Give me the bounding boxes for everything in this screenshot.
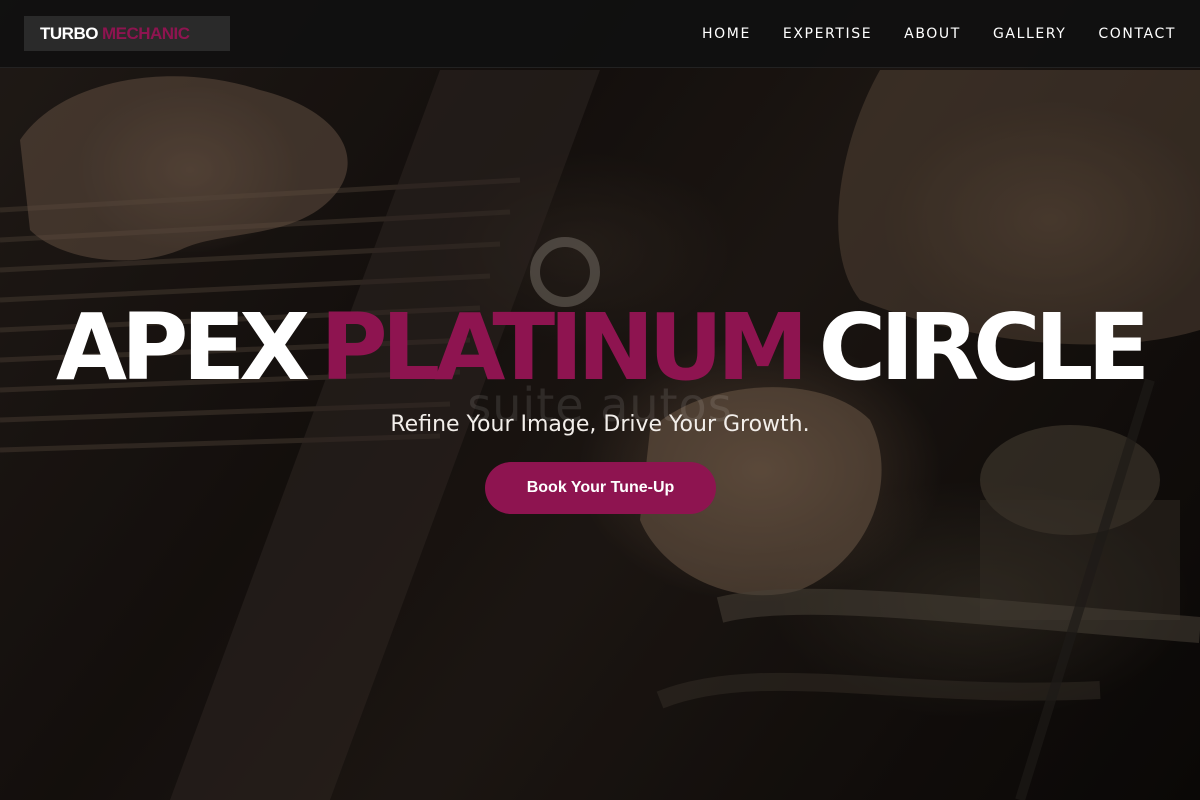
hero-title-word-apex: APEX: [55, 294, 310, 401]
brand-logo[interactable]: TURBO MECHANIC: [24, 16, 230, 51]
hero-title: APEX PLATINUM CIRCLE: [0, 298, 1200, 398]
nav-home-link[interactable]: HOME: [702, 26, 751, 42]
hero-title-word-platinum: PLATINUM: [320, 294, 808, 401]
hero-subtitle: Refine Your Image, Drive Your Growth.: [390, 412, 810, 437]
logo-text-mechanic: MECHANIC: [101, 23, 190, 43]
logo-text-turbo: TURBO: [40, 23, 98, 43]
nav-about-link[interactable]: ABOUT: [904, 26, 961, 42]
nav-expertise-link[interactable]: EXPERTISE: [783, 26, 872, 42]
nav-gallery-link[interactable]: GALLERY: [993, 26, 1066, 42]
top-navbar: TURBO MECHANIC HOME EXPERTISE ABOUT GALL…: [0, 0, 1200, 68]
nav-links: HOME EXPERTISE ABOUT GALLERY CONTACT: [702, 0, 1176, 68]
book-tune-up-button[interactable]: Book Your Tune-Up: [485, 462, 716, 514]
nav-contact-link[interactable]: CONTACT: [1098, 26, 1176, 42]
hero-title-word-circle: CIRCLE: [818, 294, 1151, 401]
landing-page: TURBO MECHANIC HOME EXPERTISE ABOUT GALL…: [0, 0, 1200, 800]
